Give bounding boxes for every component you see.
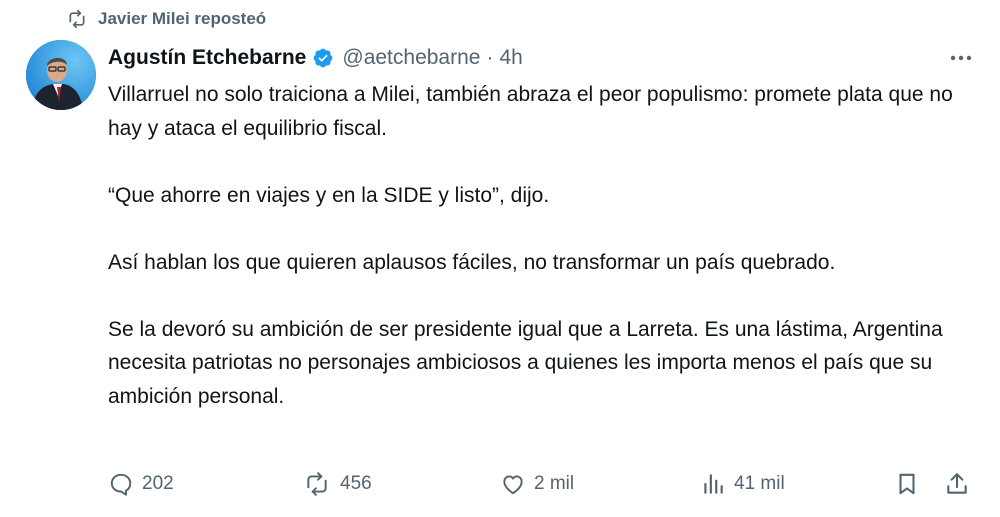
share-button[interactable] <box>944 466 970 502</box>
action-bar: 202 456 2 mil 41 mil <box>108 466 978 502</box>
reply-count: 202 <box>142 473 174 494</box>
repost-count: 456 <box>340 473 372 494</box>
tweet-timestamp[interactable]: 4h <box>499 46 522 70</box>
tweet-body: Villarruel no solo traiciona a Milei, ta… <box>108 78 978 413</box>
bookmark-button[interactable] <box>894 466 920 502</box>
author-display-name[interactable]: Agustín Etchebarne <box>108 46 306 70</box>
verified-badge-icon[interactable] <box>312 47 334 69</box>
repost-context: Javier Milei reposteó <box>66 6 266 32</box>
tweet-paragraph: Así hablan los que quieren aplausos fáci… <box>108 250 836 274</box>
more-icon <box>949 49 973 67</box>
avatar[interactable] <box>26 40 96 110</box>
tweet-header: Agustín Etchebarne @aetchebarne · 4h <box>108 42 523 74</box>
views-icon <box>700 471 726 497</box>
share-icon <box>944 471 970 497</box>
tweet-paragraph: Se la devoró su ambición de ser presiden… <box>108 317 943 408</box>
author-handle[interactable]: @aetchebarne <box>342 46 480 70</box>
separator-dot: · <box>486 46 494 69</box>
more-options-button[interactable] <box>944 44 978 72</box>
repost-icon <box>66 9 88 29</box>
reply-button[interactable]: 202 <box>108 466 174 502</box>
views-count: 41 mil <box>734 473 785 494</box>
tweet-paragraph: “Que ahorre en viajes y en la SIDE y lis… <box>108 183 550 207</box>
tweet-paragraph: Villarruel no solo traiciona a Milei, ta… <box>108 83 953 140</box>
bookmark-icon <box>894 471 920 497</box>
repost-button[interactable]: 456 <box>302 466 372 502</box>
like-count: 2 mil <box>534 473 575 494</box>
repost-label[interactable]: Javier Milei reposteó <box>98 9 266 29</box>
heart-icon <box>500 471 526 497</box>
views-button[interactable]: 41 mil <box>700 466 785 502</box>
repost-icon <box>302 471 332 497</box>
reply-icon <box>108 471 134 497</box>
like-button[interactable]: 2 mil <box>500 466 574 502</box>
